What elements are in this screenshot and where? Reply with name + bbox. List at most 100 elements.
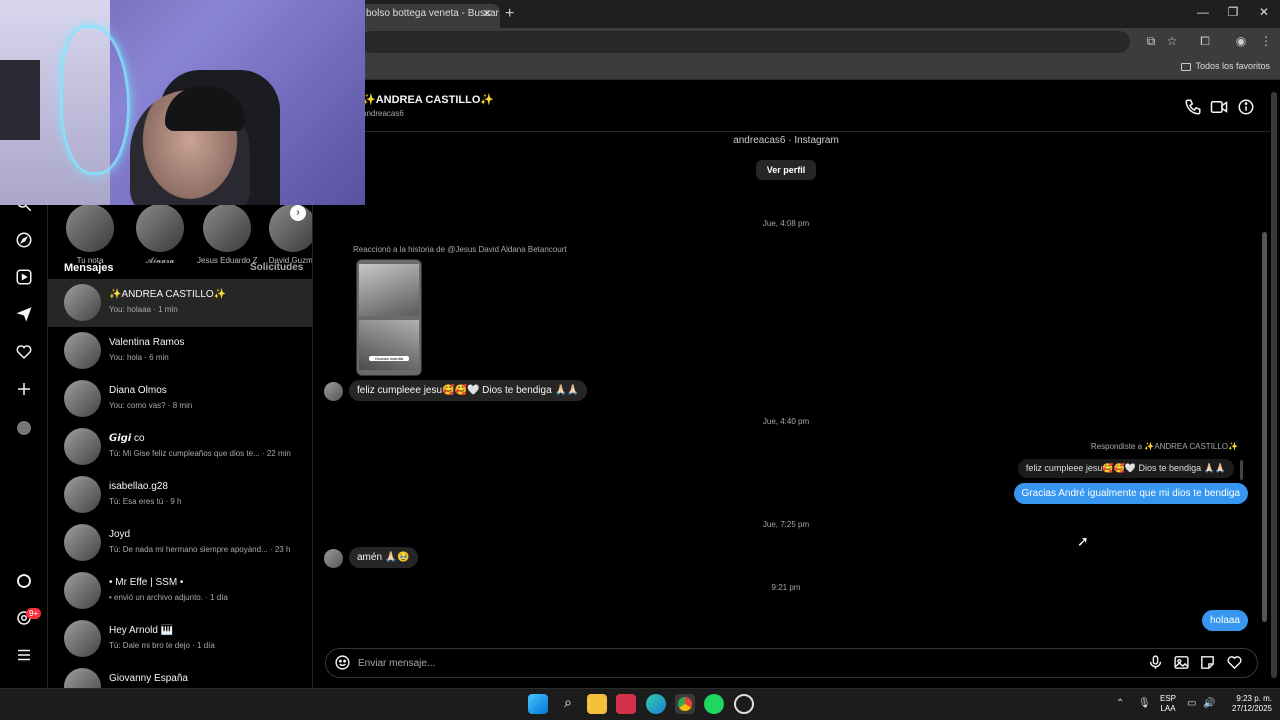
language-code: ESP xyxy=(1160,694,1177,703)
browser-menu-icon[interactable]: ⋮ xyxy=(1258,34,1274,48)
messages-icon[interactable] xyxy=(14,305,34,325)
avatar[interactable] xyxy=(324,549,343,568)
avatar xyxy=(64,620,101,657)
profile-avatar-icon[interactable]: ◉ xyxy=(1233,34,1249,48)
create-plus-icon[interactable] xyxy=(14,380,34,400)
windows-start-icon[interactable] xyxy=(528,694,548,714)
chrome-icon[interactable] xyxy=(675,694,695,714)
clock[interactable]: 9:23 p. m. 27/12/2025 xyxy=(1220,694,1272,714)
more-menu-icon[interactable] xyxy=(14,646,34,666)
conversation-item[interactable]: Joyd Tú: De nada mi hermano siempre apoy… xyxy=(48,519,312,567)
reels-icon[interactable] xyxy=(14,268,34,288)
notifications-heart-icon[interactable] xyxy=(14,343,34,363)
threads-icon[interactable] xyxy=(14,572,34,592)
timestamp: Jue, 4:40 pm xyxy=(762,417,810,426)
story-reaction-label: Reaccionó a la historia de @Jesus David … xyxy=(353,245,567,254)
file-explorer-icon[interactable] xyxy=(587,694,607,714)
timestamp: Jue, 7:25 pm xyxy=(762,520,810,529)
reply-quote-bar xyxy=(1240,460,1243,480)
audio-call-icon[interactable] xyxy=(1184,98,1202,116)
conversation-item[interactable]: Valentina Ramos You: hola · 6 min xyxy=(48,327,312,375)
story-caption: Gracias mamita xyxy=(369,356,409,361)
avatar xyxy=(64,332,101,369)
conversation-info-icon[interactable] xyxy=(1237,98,1255,116)
close-window-button[interactable]: ✕ xyxy=(1254,5,1274,19)
message-bubble-incoming[interactable]: amén 🙏🏻🥹 xyxy=(349,547,418,568)
chat-scrollbar[interactable] xyxy=(1262,232,1267,622)
language-indicator[interactable]: ESP LAA xyxy=(1160,694,1176,714)
spotify-icon[interactable] xyxy=(704,694,724,714)
message-bubble-outgoing[interactable]: holaaa xyxy=(1201,610,1248,631)
new-tab-button[interactable]: + xyxy=(505,5,514,23)
sticker-icon[interactable] xyxy=(1199,654,1217,672)
conversation-item[interactable]: ✨ANDREA CASTILLO✨ You: holaaa · 1 min xyxy=(48,279,312,327)
minimize-button[interactable]: — xyxy=(1193,5,1213,19)
conversation-preview: You: hola · 6 min xyxy=(109,353,169,362)
conversation-name: • Mr Effe | SSM • xyxy=(109,577,184,588)
view-profile-button[interactable]: Ver perfil xyxy=(756,160,816,180)
stories-next-chevron-icon[interactable]: › xyxy=(290,205,306,221)
message-input[interactable] xyxy=(358,655,1118,671)
install-app-icon[interactable]: ⧉ xyxy=(1143,34,1159,49)
voice-clip-icon[interactable] xyxy=(1147,654,1165,672)
image-upload-icon[interactable] xyxy=(1173,654,1191,672)
tray-overflow-chevron-icon[interactable]: ⌃ xyxy=(1116,698,1124,709)
requests-link[interactable]: Solicitudes xyxy=(250,262,303,273)
conversation-item[interactable]: • Mr Effe | SSM • • envió un archivo adj… xyxy=(48,567,312,615)
extensions-icon[interactable]: ⧠ xyxy=(1197,34,1213,49)
message-bubble-outgoing[interactable]: Gracias André igualmente que mi dios te … xyxy=(1013,483,1248,504)
instagram-app-icon[interactable] xyxy=(734,694,754,714)
webcam-shelf xyxy=(0,60,40,140)
conversation-preview: You: holaaa · 1 min xyxy=(109,305,178,314)
story-thumbnail[interactable]: Gracias mamita xyxy=(356,259,422,376)
conversation-item[interactable]: Hey Arnold 🎹 Tú: Dale mi bro te dejo · 1… xyxy=(48,615,312,663)
conversation-item[interactable]: Diana Olmos You: como vas? · 8 min xyxy=(48,375,312,423)
keyboard-layout: LAA xyxy=(1160,704,1176,713)
chat-header xyxy=(313,80,1270,132)
chat-contact-username: andreacas6 xyxy=(362,109,404,118)
windows-taskbar xyxy=(0,688,1280,720)
all-bookmarks-button[interactable]: Todos los favoritos xyxy=(1181,61,1270,71)
conversation-item[interactable]: 𝙂𝙞𝙜𝙞 co Tú: Mi Gise feliz cumpleaños que… xyxy=(48,423,312,471)
conversation-name: Diana Olmos xyxy=(109,385,167,396)
conversation-name: Joyd xyxy=(109,529,131,540)
conversation-preview: You: como vas? · 8 min xyxy=(109,401,193,410)
conversation-name: ✨ANDREA CASTILLO✨ xyxy=(109,289,227,300)
tab-close-icon[interactable]: ✕ xyxy=(483,4,492,24)
explore-icon[interactable] xyxy=(14,231,34,251)
avatar xyxy=(64,668,101,688)
taskbar-search-icon[interactable]: ⌕ xyxy=(558,694,578,714)
page-scrollbar[interactable] xyxy=(1271,92,1277,678)
app-icon[interactable] xyxy=(616,694,636,714)
microphone-tray-icon[interactable]: 🎙 xyxy=(1138,698,1151,709)
conversation-item[interactable]: Giovanny España xyxy=(48,663,312,688)
conversation-item[interactable]: isabellao.g28 Tú: Esa eres tú · 9 h xyxy=(48,471,312,519)
chat-contact-name[interactable]: ✨ANDREA CASTILLO✨ xyxy=(362,93,494,106)
folder-icon xyxy=(1181,62,1192,71)
emoji-icon[interactable] xyxy=(334,654,352,672)
conversation-name: isabellao.g28 xyxy=(109,481,168,492)
avatar xyxy=(64,428,101,465)
video-call-icon[interactable] xyxy=(1210,98,1228,116)
address-bar[interactable] xyxy=(360,31,1130,53)
network-icon[interactable]: ▭ xyxy=(1187,698,1196,709)
like-heart-icon[interactable] xyxy=(1226,654,1244,672)
reply-quote[interactable]: feliz cumpleee jesu🥰🥰🤍 Dios te bendiga 🙏… xyxy=(1017,459,1234,478)
timestamp: 9:21 pm xyxy=(771,583,801,592)
message-bubble-incoming[interactable]: feliz cumpleee jesu🥰🥰🤍 Dios te bendiga 🙏… xyxy=(349,380,588,401)
profile-avatar[interactable] xyxy=(14,418,34,438)
story-name: 𝓐𝓲𝓷𝓪𝓻𝓪 xyxy=(145,256,175,265)
avatar[interactable] xyxy=(324,382,343,401)
story-item[interactable]: Jesus Eduardo Z... xyxy=(197,204,257,265)
story-note[interactable]: Tu nota xyxy=(60,204,120,265)
bookmark-star-icon[interactable]: ☆ xyxy=(1164,34,1180,48)
conversation-name: 𝙂𝙞𝙜𝙞 co xyxy=(109,433,145,444)
story-item[interactable]: 𝓐𝓲𝓷𝓪𝓻𝓪 xyxy=(130,204,190,266)
story-photo xyxy=(359,320,419,370)
restore-button[interactable]: ❐ xyxy=(1223,5,1243,19)
conversation-preview: Tú: Dale mi bro te dejo · 1 día xyxy=(109,641,215,650)
notification-badge: 9+ xyxy=(26,608,42,619)
edge-icon[interactable] xyxy=(646,694,666,714)
volume-icon[interactable]: 🔊 xyxy=(1203,698,1215,709)
browser-tab[interactable]: bolso bottega veneta - Buscar ✕ xyxy=(358,4,500,28)
